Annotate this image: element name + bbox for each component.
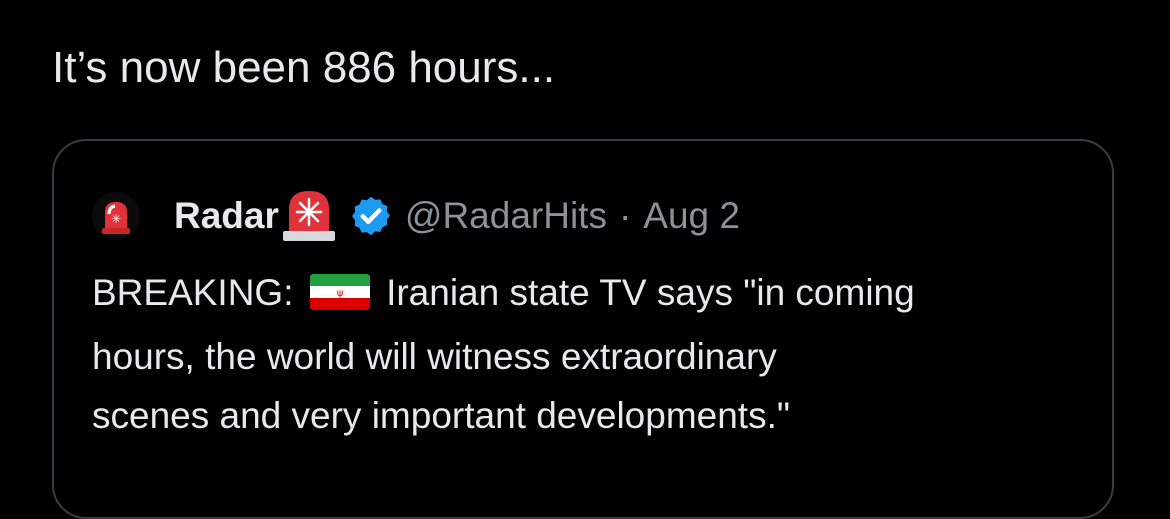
display-name[interactable]: Radar xyxy=(174,189,279,243)
rotating-light-icon xyxy=(281,189,337,243)
svg-text:✳: ✳ xyxy=(111,212,121,226)
quoted-tweet-body: BREAKING: ψ Iranian state TV says "in co… xyxy=(92,263,1092,445)
tweet-date[interactable]: Aug 2 xyxy=(643,189,740,243)
quoted-tweet-header: ✳ Radar @RadarHits · Aug 2 xyxy=(92,189,740,243)
body-text-line2: hours, the world will witness extraordin… xyxy=(92,336,777,377)
tweet-text: It’s now been 886 hours... xyxy=(52,43,556,92)
user-handle[interactable]: @RadarHits xyxy=(405,189,607,243)
separator-dot: · xyxy=(618,195,632,236)
quoted-tweet-card[interactable]: ✳ Radar @RadarHits · Aug 2 BREAKING: ψ I… xyxy=(52,139,1114,519)
body-text-line1: Iranian state TV says "in coming xyxy=(386,272,915,313)
body-prefix: BREAKING: xyxy=(92,272,294,313)
avatar[interactable]: ✳ xyxy=(92,192,140,240)
iran-flag-icon: ψ xyxy=(309,268,370,327)
body-text-line3: scenes and very important developments." xyxy=(92,395,790,436)
verified-badge-icon[interactable] xyxy=(349,194,393,238)
siren-avatar-icon: ✳ xyxy=(102,202,130,234)
svg-text:ψ: ψ xyxy=(336,288,343,299)
